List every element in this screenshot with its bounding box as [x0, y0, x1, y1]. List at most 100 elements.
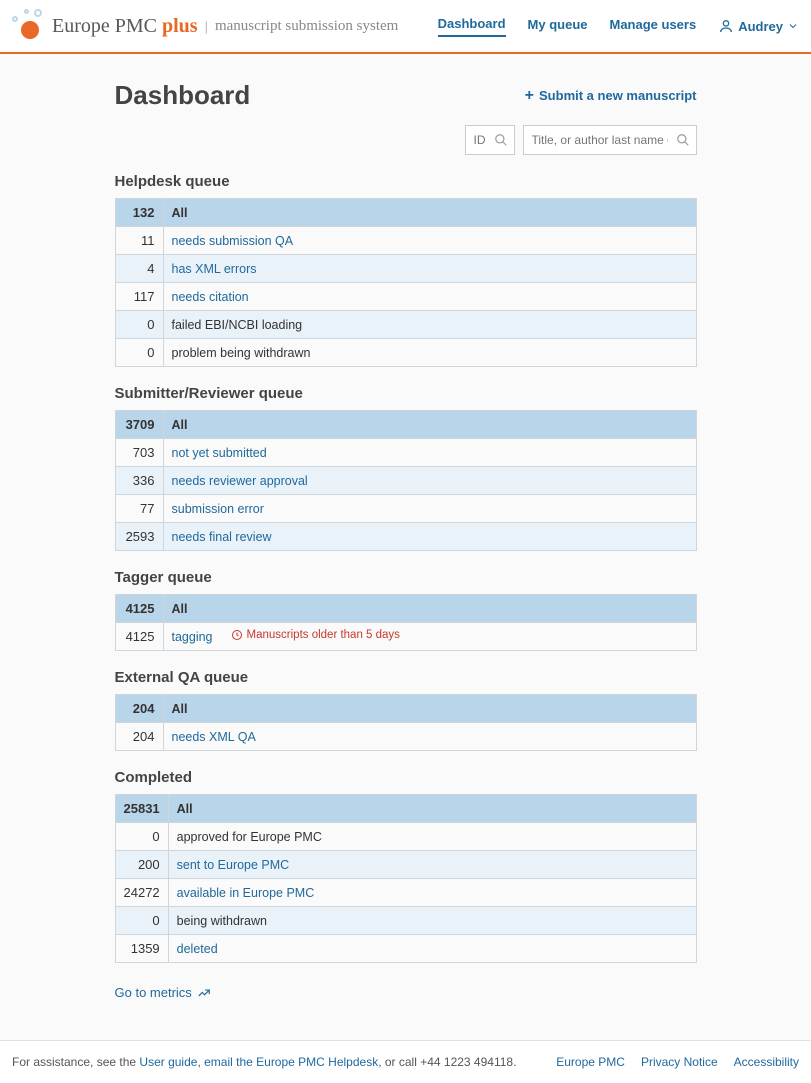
queue-filter-link[interactable]: available in Europe PMC [177, 886, 315, 900]
queue-filter-link[interactable]: deleted [177, 942, 218, 956]
row-count: 1359 [115, 935, 168, 963]
row-count: 24272 [115, 879, 168, 907]
queue-table-tagger: 4125All4125 tagging Manuscripts older than… [115, 594, 697, 651]
user-icon [718, 18, 734, 34]
submit-manuscript-button[interactable]: + Submit a new manuscript [525, 87, 697, 105]
row-label: submission error [163, 495, 696, 523]
table-row: 336needs reviewer approval [115, 467, 696, 495]
total-count: 3709 [115, 411, 163, 439]
total-count: 25831 [115, 795, 168, 823]
nav-my-queue[interactable]: My queue [528, 17, 588, 36]
footer-europe-pmc-link[interactable]: Europe PMC [556, 1055, 625, 1069]
queue-table-external: 204All204 needs XML QA [115, 694, 697, 751]
page-title: Dashboard [115, 80, 251, 111]
row-count: 0 [115, 823, 168, 851]
queue-filter-link[interactable]: tagging [172, 630, 213, 644]
trend-up-icon [197, 986, 211, 1000]
table-row: 11needs submission QA [115, 227, 696, 255]
footer-accessibility-link[interactable]: Accessibility [734, 1055, 799, 1069]
queue-filter-link[interactable]: has XML errors [172, 262, 257, 276]
row-label: sent to Europe PMC [168, 851, 696, 879]
total-label: All [163, 199, 696, 227]
section-title-helpdesk: Helpdesk queue [115, 173, 697, 190]
table-header-row: 3709All [115, 411, 696, 439]
total-label: All [168, 795, 696, 823]
footer-assist: For assistance, see the User guide, emai… [12, 1055, 516, 1069]
table-row: 703 not yet submitted [115, 439, 696, 467]
total-label: All [163, 695, 696, 723]
row-label: needs submission QA [163, 227, 696, 255]
chevron-down-icon [787, 20, 799, 32]
queue-filter-link[interactable]: needs reviewer approval [172, 474, 308, 488]
row-count: 117 [115, 283, 163, 311]
row-count: 204 [115, 723, 163, 751]
section-title-tagger: Tagger queue [115, 569, 697, 586]
queue-table-completed: 25831All0approved for Europe PMC200sent … [115, 794, 697, 963]
table-header-row: 4125All [115, 595, 696, 623]
table-row: 117 needs citation [115, 283, 696, 311]
row-count: 4125 [115, 623, 163, 651]
row-label: problem being withdrawn [163, 339, 696, 367]
total-label: All [163, 411, 696, 439]
plus-icon: + [525, 87, 534, 105]
total-count: 4125 [115, 595, 163, 623]
table-row: 24272 available in Europe PMC [115, 879, 696, 907]
section-title-submitter: Submitter/Reviewer queue [115, 385, 697, 402]
total-label: All [163, 595, 696, 623]
logo-icon [12, 9, 46, 43]
search-icon[interactable] [494, 133, 508, 147]
row-label: available in Europe PMC [168, 879, 696, 907]
table-row: 4has XML errors [115, 255, 696, 283]
go-to-metrics-link[interactable]: Go to metrics [115, 985, 211, 1000]
queue-table-helpdesk: 132All11needs submission QA4has XML erro… [115, 198, 697, 367]
queue-filter-link[interactable]: needs citation [172, 290, 249, 304]
row-label: being withdrawn [168, 907, 696, 935]
total-count: 204 [115, 695, 163, 723]
search-title-box [523, 125, 697, 155]
row-label: needs XML QA [163, 723, 696, 751]
metrics-label: Go to metrics [115, 985, 192, 1000]
table-row: 0failed EBI/NCBI loading [115, 311, 696, 339]
row-count: 703 [115, 439, 163, 467]
row-label: needs reviewer approval [163, 467, 696, 495]
main-content: Dashboard + Submit a new manuscript Help… [115, 54, 697, 1040]
table-row: 4125 tagging Manuscripts older than 5 days [115, 623, 696, 651]
search-title-input[interactable] [524, 126, 696, 154]
row-label: failed EBI/NCBI loading [163, 311, 696, 339]
row-count: 200 [115, 851, 168, 879]
queue-filter-link[interactable]: needs XML QA [172, 730, 256, 744]
queue-table-submitter: 3709All703 not yet submitted 336needs revi… [115, 410, 697, 551]
nav-dashboard[interactable]: Dashboard [438, 16, 506, 37]
submit-label: Submit a new manuscript [539, 88, 696, 103]
row-label: has XML errors [163, 255, 696, 283]
brand-name: Europe PMC plus [52, 15, 198, 38]
search-id-box [465, 125, 515, 155]
section-title-external: External QA queue [115, 669, 697, 686]
queue-filter-link[interactable]: not yet submitted [172, 446, 267, 460]
table-row: 2593needs final review [115, 523, 696, 551]
footer-privacy-link[interactable]: Privacy Notice [641, 1055, 718, 1069]
main-nav: Dashboard My queue Manage users Audrey [438, 16, 799, 37]
nav-manage-users[interactable]: Manage users [610, 17, 697, 36]
row-label: not yet submitted [163, 439, 696, 467]
table-row: 204 needs XML QA [115, 723, 696, 751]
user-name: Audrey [738, 19, 783, 34]
warning-badge: Manuscripts older than 5 days [231, 629, 400, 641]
queue-filter-link[interactable]: sent to Europe PMC [177, 858, 290, 872]
table-header-row: 25831All [115, 795, 696, 823]
search-icon[interactable] [676, 133, 690, 147]
section-title-completed: Completed [115, 769, 697, 786]
table-row: 1359 deleted [115, 935, 696, 963]
top-bar: Europe PMC plus | manuscript submission … [0, 0, 811, 54]
queue-filter-link[interactable]: needs submission QA [172, 234, 294, 248]
brand-divider: | [205, 19, 208, 34]
email-helpdesk-link[interactable]: email the Europe PMC Helpdesk [204, 1055, 378, 1069]
queue-filter-link[interactable]: submission error [172, 502, 264, 516]
row-count: 0 [115, 339, 163, 367]
table-row: 77submission error [115, 495, 696, 523]
row-label: needs final review [163, 523, 696, 551]
user-guide-link[interactable]: User guide [139, 1055, 197, 1069]
queue-filter-link[interactable]: needs final review [172, 530, 272, 544]
clock-alert-icon [231, 629, 243, 641]
user-menu[interactable]: Audrey [718, 18, 799, 34]
